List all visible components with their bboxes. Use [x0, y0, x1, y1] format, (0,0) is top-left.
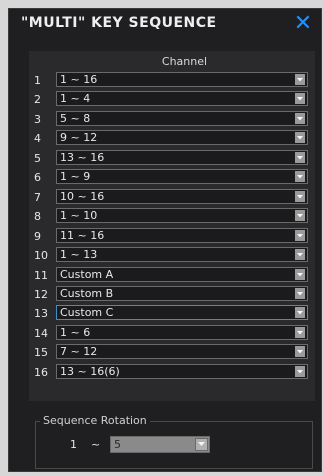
- chevron-down-icon[interactable]: [295, 229, 305, 241]
- chevron-down-icon[interactable]: [295, 365, 305, 377]
- channel-select-value: 1 ~ 10: [60, 209, 98, 223]
- channel-row-number: 16: [34, 365, 48, 379]
- channel-row-number: 6: [34, 171, 41, 185]
- sequence-rotation-group: Sequence Rotation 1 ~ 5: [35, 414, 313, 469]
- channel-select[interactable]: 1 ~ 6: [56, 324, 308, 340]
- channel-row: 15 7 ~ 12: [29, 343, 315, 362]
- channel-row: 4 9 ~ 12: [29, 129, 315, 148]
- channel-row-number: 5: [34, 151, 41, 165]
- channel-select[interactable]: 1 ~ 13: [56, 247, 308, 263]
- channel-row-number: 3: [34, 112, 41, 126]
- channel-row: 1 1 ~ 16: [29, 71, 315, 90]
- channel-select[interactable]: 1 ~ 10: [56, 208, 308, 224]
- sequence-rotation-label: Sequence Rotation: [40, 414, 150, 428]
- channel-row-number: 7: [34, 190, 41, 204]
- chevron-down-icon[interactable]: [295, 287, 305, 299]
- channel-row: 6 1 ~ 9: [29, 168, 315, 187]
- chevron-down-icon[interactable]: [295, 210, 305, 222]
- channel-select[interactable]: 10 ~ 16: [56, 188, 308, 204]
- channel-row-number: 9: [34, 229, 41, 243]
- channel-select-value: 7 ~ 12: [60, 345, 98, 359]
- channel-select[interactable]: Custom A: [56, 266, 308, 282]
- channel-row-number: 2: [34, 93, 41, 107]
- channel-row-number: 14: [34, 326, 48, 340]
- channel-select[interactable]: 9 ~ 12: [56, 130, 308, 146]
- channel-row-number: 1: [34, 74, 41, 87]
- chevron-down-icon[interactable]: [295, 171, 305, 183]
- channel-select-value: Custom A: [60, 267, 114, 281]
- channel-select-value: Custom C: [60, 306, 114, 320]
- channel-select-value: 13 ~ 16(6): [60, 364, 120, 378]
- channel-select[interactable]: 7 ~ 12: [56, 344, 308, 360]
- channel-row: 10 1 ~ 13: [29, 246, 315, 265]
- channel-row: 5 13 ~ 16: [29, 149, 315, 168]
- channel-select-value: 11 ~ 16: [60, 228, 105, 242]
- channel-row: 2 1 ~ 4: [29, 90, 315, 109]
- channel-select[interactable]: 1 ~ 4: [56, 91, 308, 107]
- channel-row-number: 12: [34, 287, 48, 301]
- close-icon[interactable]: ✕: [291, 11, 315, 37]
- channel-row: 3 5 ~ 8: [29, 110, 315, 129]
- channel-select[interactable]: Custom C: [56, 305, 308, 321]
- chevron-down-icon[interactable]: [295, 249, 305, 261]
- rotation-to-select[interactable]: 5: [110, 436, 210, 453]
- channel-row: 13 Custom C: [29, 304, 315, 323]
- chevron-down-icon[interactable]: [295, 112, 305, 124]
- channel-row: 16 13 ~ 16(6): [29, 363, 315, 382]
- chevron-down-icon[interactable]: [295, 190, 305, 202]
- channel-row: 7 10 ~ 16: [29, 188, 315, 207]
- channel-select-value: 1 ~ 6: [60, 325, 91, 339]
- channel-row-number: 10: [34, 249, 48, 263]
- channel-select[interactable]: 11 ~ 16: [56, 227, 308, 243]
- channel-panel: Channel 11 ~ 16 2 1 ~ 435 ~ 849 ~ 12 5 13 ~ …: [29, 51, 315, 401]
- channel-row: 12 Custom B: [29, 285, 315, 304]
- channel-select[interactable]: 13 ~ 16: [56, 149, 308, 165]
- channel-select[interactable]: 13 ~ 16(6): [56, 363, 308, 379]
- channel-select[interactable]: 1 ~ 16: [56, 72, 308, 87]
- channel-row-number: 11: [34, 268, 48, 282]
- channel-row-number: 13: [34, 307, 48, 321]
- channel-row: 11 Custom A: [29, 266, 315, 285]
- channel-column-header: Channel: [161, 55, 208, 68]
- channel-select-value: 13 ~ 16: [60, 150, 105, 164]
- multi-key-sequence-dialog: "MULTI" KEY SEQUENCE ✕ Channel 11 ~ 16 2 1…: [8, 8, 322, 472]
- channel-select-value: 1 ~ 13: [60, 248, 98, 262]
- channel-select-value: 1 ~ 9: [60, 170, 91, 184]
- dialog-title: "MULTI" KEY SEQUENCE: [21, 15, 217, 31]
- rotation-from-value: 1: [70, 438, 77, 451]
- channel-select-value: 5 ~ 8: [60, 111, 91, 125]
- chevron-down-icon[interactable]: [295, 268, 305, 280]
- channel-row: 8 1 ~ 10: [29, 207, 315, 226]
- titlebar: "MULTI" KEY SEQUENCE ✕: [9, 9, 321, 41]
- rotation-separator: ~: [91, 438, 101, 451]
- chevron-down-icon[interactable]: [295, 93, 305, 105]
- channel-row-number: 15: [34, 346, 48, 360]
- channel-select-value: 9 ~ 12: [60, 131, 98, 145]
- rotation-to-value: 5: [114, 438, 121, 451]
- channel-row-number: 8: [34, 210, 41, 224]
- channel-select[interactable]: 1 ~ 9: [56, 169, 308, 185]
- channel-select-value: 10 ~ 16: [60, 189, 105, 203]
- chevron-down-icon[interactable]: [295, 326, 305, 338]
- channel-select-value: 1 ~ 4: [60, 92, 91, 106]
- chevron-down-icon[interactable]: [295, 74, 305, 85]
- channel-row: 9 11 ~ 16: [29, 227, 315, 246]
- chevron-down-icon[interactable]: [295, 151, 305, 163]
- channel-select[interactable]: Custom B: [56, 285, 308, 301]
- chevron-down-icon[interactable]: [295, 307, 305, 319]
- channel-select-value: 1 ~ 16: [60, 73, 98, 86]
- channel-row-number: 4: [34, 132, 41, 146]
- chevron-down-icon[interactable]: [295, 346, 305, 358]
- chevron-down-icon[interactable]: [295, 132, 305, 144]
- channel-row: 14 1 ~ 6: [29, 324, 315, 343]
- chevron-down-icon[interactable]: [195, 438, 208, 451]
- channel-select[interactable]: 5 ~ 8: [56, 110, 308, 126]
- channel-select-value: Custom B: [60, 286, 114, 300]
